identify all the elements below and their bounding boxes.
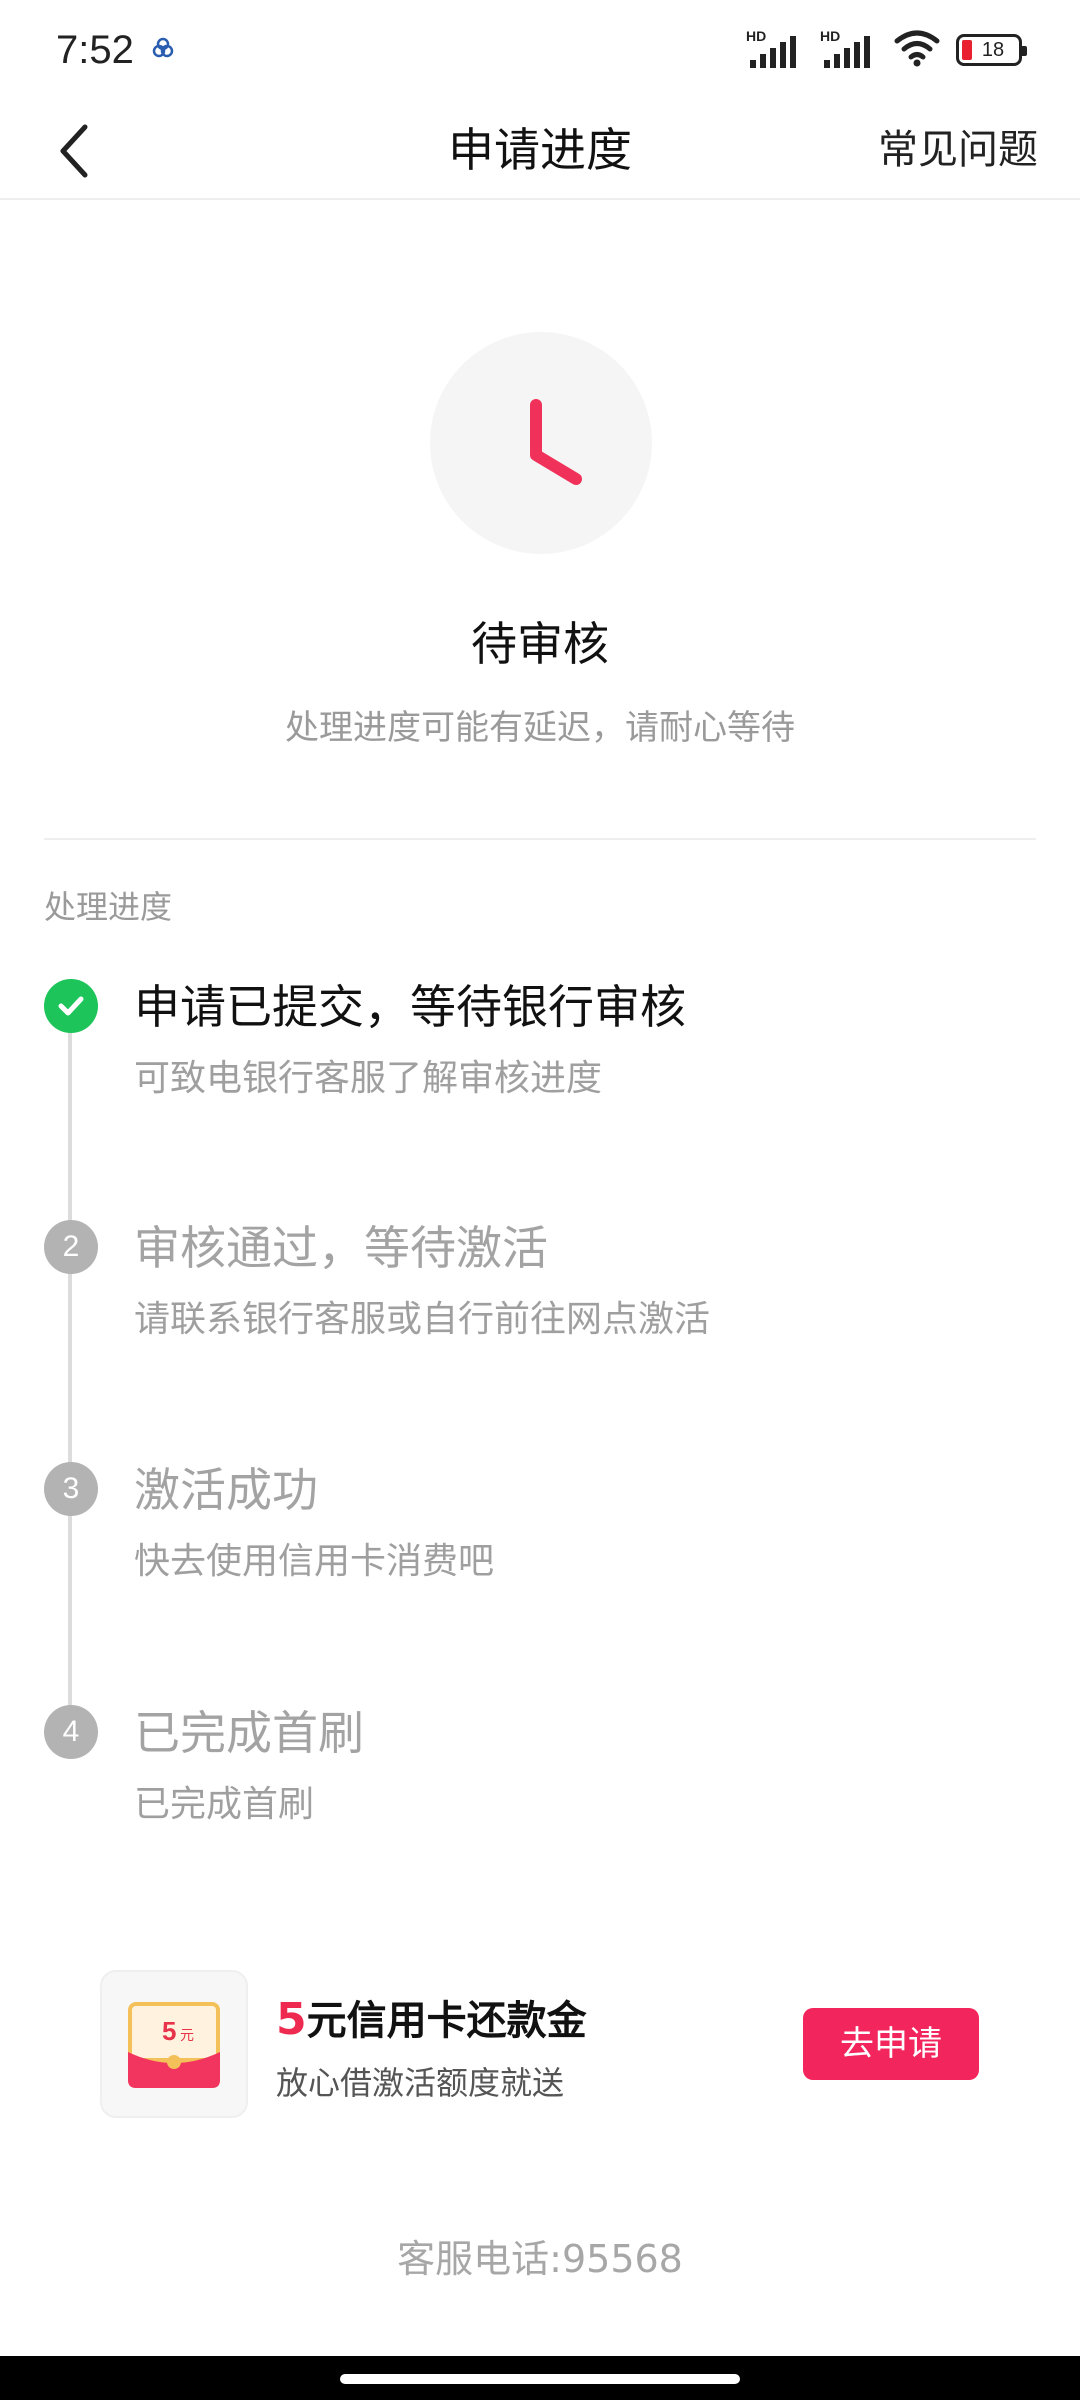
status-title: 待审核	[471, 617, 609, 671]
status-clock	[430, 332, 652, 554]
step-check-icon	[44, 979, 98, 1033]
step-description: 请联系银行客服或自行前往网点激活	[134, 1299, 711, 1340]
timeline-line	[68, 1010, 72, 1730]
promo-subtitle: 放心借激活额度就送	[276, 2064, 565, 2102]
nav-bar: 申请进度 常见问题	[0, 100, 1080, 200]
step-number: 3	[44, 1462, 98, 1516]
step-description: 可致电银行客服了解审核进度	[134, 1058, 603, 1099]
battery-text: 18	[981, 38, 1005, 61]
battery-level	[962, 40, 972, 60]
wifi-icon	[894, 29, 940, 71]
status-bar: 7:52 HD HD 18	[0, 0, 1080, 100]
svg-text:5: 5	[162, 2016, 176, 2046]
step-title: 审核通过，等待激活	[134, 1221, 548, 1275]
battery-icon: 18	[956, 34, 1027, 66]
clock-icon	[530, 399, 582, 485]
step-number: 4	[44, 1705, 98, 1759]
cell-signal-icon: HD	[746, 28, 804, 72]
faq-link[interactable]: 常见问题	[878, 100, 1038, 200]
red-envelope-icon: 5 元	[100, 1970, 248, 2118]
promo-title-text: 元信用卡还款金	[306, 1998, 587, 2044]
home-indicator[interactable]	[340, 2374, 740, 2384]
progress-section-label: 处理进度	[44, 888, 173, 926]
svg-text:元: 元	[180, 2028, 194, 2044]
step-title: 申请已提交，等待银行审核	[134, 980, 686, 1034]
step-title: 激活成功	[134, 1463, 318, 1517]
customer-service-hotline[interactable]: 客服电话:95568	[0, 2228, 1080, 2283]
step-number: 2	[44, 1220, 98, 1274]
divider	[44, 838, 1036, 840]
promo-title: 5元信用卡还款金	[276, 1988, 587, 2046]
step-description: 快去使用信用卡消费吧	[134, 1541, 495, 1582]
promo-amount: 5	[276, 1994, 307, 2045]
step-description: 已完成首刷	[134, 1784, 315, 1825]
cell-signal-icon-2: HD	[820, 28, 878, 72]
status-time: 7:52	[56, 27, 134, 72]
app-notification-icon	[152, 37, 174, 63]
status-subtitle: 处理进度可能有延迟，请耐心等待	[285, 708, 795, 748]
apply-button[interactable]: 去申请	[803, 2008, 979, 2080]
promo-card[interactable]: 5 元 5元信用卡还款金 放心借激活额度就送 去申请	[100, 1970, 980, 2118]
step-title: 已完成首刷	[134, 1706, 364, 1760]
